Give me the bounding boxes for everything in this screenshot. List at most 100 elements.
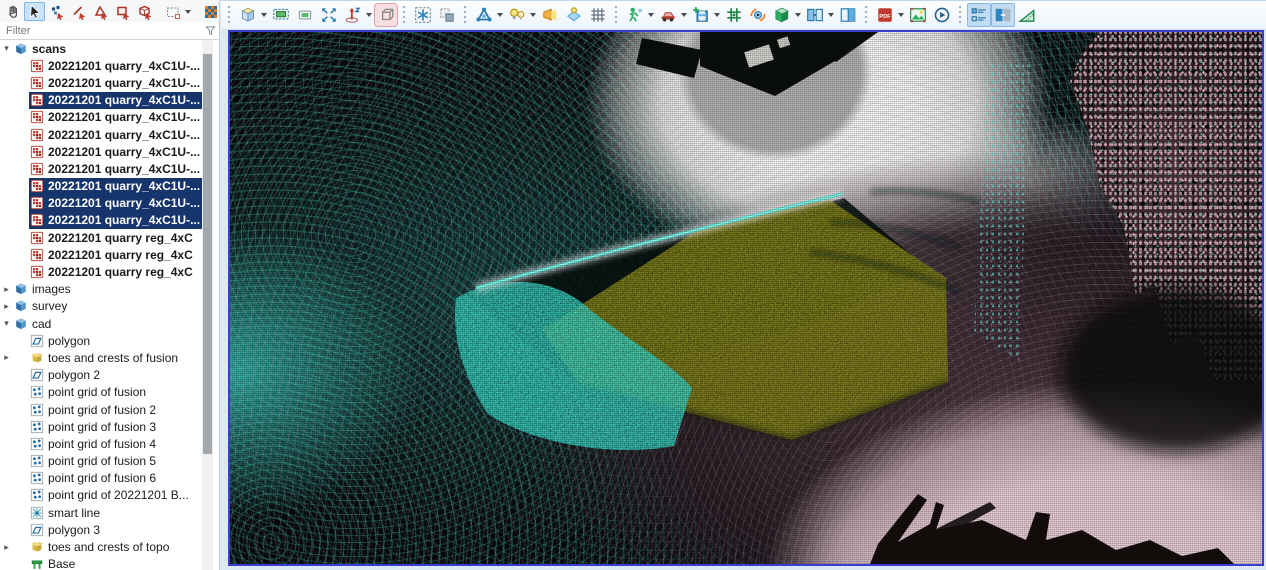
view-list-button[interactable]: [967, 3, 991, 27]
dither-pattern-button[interactable]: [200, 2, 221, 21]
spotlight-button[interactable]: [538, 3, 562, 27]
expand-arrow-icon[interactable]: ▸: [0, 301, 13, 312]
split-view-vertical-button[interactable]: [836, 3, 860, 27]
collapse-arrow-icon[interactable]: ▾: [0, 43, 13, 54]
scan-icon: [30, 110, 44, 124]
tree-item-content: point grid of fusion 4: [29, 435, 202, 452]
tree-item-20221201-quarry-4xc1u[interactable]: 20221201 quarry_4xC1U-...: [0, 195, 202, 212]
tree-item-toes-and-crests-of-topo[interactable]: ▸toes and crests of topo: [0, 538, 202, 555]
tree-item-point-grid-of-fusion-6[interactable]: point grid of fusion 6: [0, 470, 202, 487]
chevron-down-icon[interactable]: [185, 10, 191, 14]
tree-item-20221201-quarry-4xc1u[interactable]: 20221201 quarry_4xC1U-...: [0, 178, 202, 195]
export-pdf-button[interactable]: PDF: [873, 3, 897, 27]
drive-mode-button[interactable]: [656, 3, 680, 27]
viewport-3d[interactable]: [228, 30, 1264, 566]
snapshot-image-button[interactable]: [906, 3, 930, 27]
toolbar-drag-handle[interactable]: [863, 4, 870, 26]
shading-button[interactable]: [562, 3, 586, 27]
cube3d-icon: [14, 42, 28, 56]
tree-item-20221201-quarry-4xc1u[interactable]: 20221201 quarry_4xC1U-...: [0, 109, 202, 126]
toolbar-drag-handle[interactable]: [957, 4, 964, 26]
tree-item-20221201-quarry-4xc1u[interactable]: 20221201 quarry_4xC1U-...: [0, 92, 202, 109]
chevron-down-icon[interactable]: [828, 13, 834, 17]
toolbar-drag-handle[interactable]: [613, 4, 620, 26]
toolbar-drag-handle[interactable]: [401, 4, 408, 26]
select-sphere-button[interactable]: [134, 2, 155, 21]
display-window-small-button[interactable]: [293, 3, 317, 27]
tree-item-smart-line[interactable]: smart line: [0, 504, 202, 521]
save-view-button[interactable]: [689, 3, 713, 27]
toolbar-drag-handle[interactable]: [226, 4, 233, 26]
select-marquee-button[interactable]: [162, 2, 183, 21]
pointgrid-icon: [30, 420, 44, 434]
walk-mode-button[interactable]: [623, 3, 647, 27]
tree-item-point-grid-of-fusion[interactable]: point grid of fusion: [0, 384, 202, 401]
chevron-down-icon[interactable]: [681, 13, 687, 17]
expand-arrow-icon[interactable]: ▸: [0, 542, 13, 553]
pan-hand-button[interactable]: [2, 2, 23, 21]
expand-arrow-icon[interactable]: ▸: [0, 284, 13, 295]
tree-item-20221201-quarry-4xc1u[interactable]: 20221201 quarry_4xC1U-...: [0, 143, 202, 160]
plan-view-z-axis-button[interactable]: [341, 3, 365, 27]
tree-item-point-grid-of-fusion-4[interactable]: point grid of fusion 4: [0, 435, 202, 452]
cad-network-button[interactable]: [472, 3, 496, 27]
tree-item-toes-and-crests-of-fusion[interactable]: ▸toes and crests of fusion: [0, 349, 202, 366]
chevron-down-icon[interactable]: [648, 13, 654, 17]
display-window-button[interactable]: [269, 3, 293, 27]
chevron-down-icon[interactable]: [795, 13, 801, 17]
tree-item-point-grid-of-fusion-5[interactable]: point grid of fusion 5: [0, 453, 202, 470]
chevron-down-icon[interactable]: [497, 13, 503, 17]
select-points-button[interactable]: [46, 2, 67, 21]
tree-item-20221201-quarry-4xc1u[interactable]: 20221201 quarry_4xC1U-...: [0, 74, 202, 91]
chevron-down-icon[interactable]: [366, 13, 372, 17]
tree-item-20221201-quarry-4xc1u[interactable]: 20221201 quarry_4xC1U-...: [0, 126, 202, 143]
chevron-down-icon[interactable]: [714, 13, 720, 17]
tree-item-cad[interactable]: ▾cad: [0, 315, 202, 332]
draw-grid-button[interactable]: [586, 3, 610, 27]
tree-item-20221201-quarry-reg-4xc[interactable]: 20221201 quarry reg_4xC: [0, 246, 202, 263]
tree-item-point-grid-of-20221201-b[interactable]: point grid of 20221201 B...: [0, 487, 202, 504]
lighting-button[interactable]: [505, 3, 529, 27]
tree-item-20221201-quarry-reg-4xc[interactable]: 20221201 quarry reg_4xC: [0, 263, 202, 280]
tree-item-label: 20221201 quarry_4xC1U-...: [48, 179, 200, 193]
chevron-down-icon[interactable]: [261, 13, 267, 17]
select-polygon-button[interactable]: [90, 2, 111, 21]
chevron-down-icon[interactable]: [530, 13, 536, 17]
tree-item-20221201-quarry-4xc1u[interactable]: 20221201 quarry_4xC1U-...: [0, 212, 202, 229]
copy-view-button[interactable]: [435, 3, 459, 27]
view-orientation-cube-button[interactable]: [236, 3, 260, 27]
grid-snap-button[interactable]: [722, 3, 746, 27]
cursor-icon: [27, 4, 43, 20]
tree-item-20221201-quarry-4xc1u[interactable]: 20221201 quarry_4xC1U-...: [0, 160, 202, 177]
select-rectangle-button[interactable]: [112, 2, 133, 21]
tree-item-images[interactable]: ▸images: [0, 281, 202, 298]
sync-panes-button[interactable]: [991, 3, 1015, 27]
chevron-down-icon[interactable]: [898, 13, 904, 17]
base-plane-button[interactable]: [1015, 3, 1039, 27]
tree-scrollbar-thumb[interactable]: [203, 54, 212, 454]
select-line-button[interactable]: [68, 2, 89, 21]
tree-item-base[interactable]: Base: [0, 556, 202, 570]
tree-item-scans[interactable]: ▾scans: [0, 40, 202, 57]
play-animation-button[interactable]: [930, 3, 954, 27]
tree-item-polygon-2[interactable]: polygon 2: [0, 367, 202, 384]
tree-item-20221201-quarry-reg-4xc[interactable]: 20221201 quarry reg_4xC: [0, 229, 202, 246]
tree-item-polygon[interactable]: polygon: [0, 332, 202, 349]
zoom-extents-button[interactable]: [317, 3, 341, 27]
tree-item-point-grid-of-fusion-2[interactable]: point grid of fusion 2: [0, 401, 202, 418]
solid-render-cube-button[interactable]: [770, 3, 794, 27]
bounding-cube-button[interactable]: [374, 3, 398, 27]
tree-item-survey[interactable]: ▸survey: [0, 298, 202, 315]
collapse-arrow-icon[interactable]: ▾: [0, 318, 13, 329]
expand-arrow-icon[interactable]: ▸: [0, 352, 13, 363]
split-view-horizontal-button[interactable]: [803, 3, 827, 27]
filter-input[interactable]: [4, 24, 204, 38]
tree-item-point-grid-of-fusion-3[interactable]: point grid of fusion 3: [0, 418, 202, 435]
select-cursor-button[interactable]: [24, 2, 45, 21]
orbit-view-button[interactable]: [746, 3, 770, 27]
tree-item-polygon-3[interactable]: polygon 3: [0, 521, 202, 538]
toolbar-drag-handle[interactable]: [462, 4, 469, 26]
selection-mode-button[interactable]: [411, 3, 435, 27]
tree-item-20221201-quarry-4xc1u[interactable]: 20221201 quarry_4xC1U-...: [0, 57, 202, 74]
tree-scrollbar[interactable]: [202, 40, 213, 570]
